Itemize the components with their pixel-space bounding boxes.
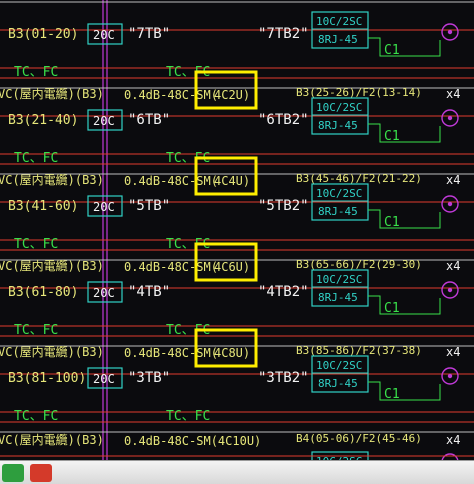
tcfc-label-left: TC、FC	[14, 151, 58, 166]
outlet-dot-icon	[447, 201, 453, 207]
tcfc-label-left: TC、FC	[14, 323, 58, 338]
terminal-box-label: 20C	[93, 200, 115, 214]
x4-label: x4	[446, 173, 460, 187]
pvc-cable-label: VC(屋内電纜)(B3)	[0, 259, 104, 273]
tb-label: "4TB"	[128, 284, 170, 300]
right-range-label: B3(45-46)/F2(21-22)	[296, 172, 422, 185]
spec-bottom-label: 8RJ-45	[318, 377, 358, 390]
right-range-label: B4(05-06)/F2(45-46)	[296, 432, 422, 445]
spec-top-label: 10C/2SC	[316, 359, 362, 372]
spec-bottom-label: 8RJ-45	[318, 119, 358, 132]
taskbar	[0, 460, 474, 484]
floor-range-label: B3(81-100)	[8, 371, 86, 386]
tb2-label: "7TB2"	[258, 26, 309, 42]
x4-label: x4	[446, 87, 460, 101]
tcfc-label-left: TC、FC	[14, 409, 58, 424]
fiber-cable-code: 4C2U)	[214, 88, 250, 102]
app-icon[interactable]	[30, 464, 52, 482]
c1-label: C1	[384, 301, 400, 316]
floor-range-label: B3(61-80)	[8, 285, 78, 300]
terminal-box-label: 20C	[93, 114, 115, 128]
floor-range-label: B3(01-20)	[8, 27, 78, 42]
c1-label: C1	[384, 387, 400, 402]
spec-top-label: 10C/2SC	[316, 187, 362, 200]
tb2-label: "4TB2"	[258, 284, 309, 300]
tb-label: "3TB"	[128, 370, 170, 386]
pvc-cable-label: VC(屋内電纜)(B3)	[0, 173, 104, 187]
fiber-cable-label: 0.4dB-48C-SM(	[124, 260, 218, 274]
tcfc-label-left: TC、FC	[14, 65, 58, 80]
outlet-dot-icon	[447, 115, 453, 121]
c1-label: C1	[384, 129, 400, 144]
terminal-box-label: 20C	[93, 286, 115, 300]
right-range-label: B3(85-86)/F2(37-38)	[296, 344, 422, 357]
spec-bottom-label: 8RJ-45	[318, 291, 358, 304]
fiber-cable-label: 0.4dB-48C-SM(4C10U)	[124, 434, 261, 448]
pvc-cable-label: VC(屋内電纜)(B3)	[0, 87, 104, 101]
spec-top-label: 10C/2SC	[316, 15, 362, 28]
c1-label: C1	[384, 43, 400, 58]
spec-top-label: 10C/2SC	[316, 101, 362, 114]
fiber-cable-label: 0.4dB-48C-SM(	[124, 174, 218, 188]
cad-drawing-canvas[interactable]: B3(01-20) 20C "7TB" "7TB2" 10C/2SC 8RJ-45 C1 TC…	[0, 0, 474, 460]
terminal-box-label: 20C	[93, 372, 115, 386]
outlet-dot-icon	[447, 373, 453, 379]
fiber-cable-label: 0.4dB-48C-SM(	[124, 346, 218, 360]
outlet-dot-icon	[447, 287, 453, 293]
pvc-cable-label: VC(屋内電纜)(B3)	[0, 345, 104, 359]
drawing-background	[0, 0, 474, 460]
spec-bottom-label: 8RJ-45	[318, 33, 358, 46]
tb-label: "5TB"	[128, 198, 170, 214]
tb2-label: "6TB2"	[258, 112, 309, 128]
start-icon[interactable]	[2, 464, 24, 482]
tb-label: "7TB"	[128, 26, 170, 42]
x4-label: x4	[446, 433, 460, 447]
tcfc-label-left: TC、FC	[14, 237, 58, 252]
fiber-cable-code: 4C6U)	[214, 260, 250, 274]
tcfc-label: TC、FC	[166, 409, 210, 424]
right-range-label: B3(25-26)/F2(13-14)	[296, 86, 422, 99]
tb2-label: "5TB2"	[258, 198, 309, 214]
x4-label: x4	[446, 259, 460, 273]
spec-top-label: 10C/2SC	[316, 273, 362, 286]
tb-label: "6TB"	[128, 112, 170, 128]
fiber-cable-code: 4C8U)	[214, 346, 250, 360]
floor-range-label: B3(41-60)	[8, 199, 78, 214]
terminal-box-label: 20C	[93, 28, 115, 42]
spec-bottom-label: 8RJ-45	[318, 205, 358, 218]
floor-range-label: B3(21-40)	[8, 113, 78, 128]
right-range-label: B3(65-66)/F2(29-30)	[296, 258, 422, 271]
tb2-label: "3TB2"	[258, 370, 309, 386]
x4-label: x4	[446, 345, 460, 359]
fiber-cable-code: 4C4U)	[214, 174, 250, 188]
pvc-cable-label: VC(屋内電纜)(B3)	[0, 433, 104, 447]
fiber-cable-label: 0.4dB-48C-SM(	[124, 88, 218, 102]
outlet-dot-icon	[447, 29, 453, 35]
c1-label: C1	[384, 215, 400, 230]
